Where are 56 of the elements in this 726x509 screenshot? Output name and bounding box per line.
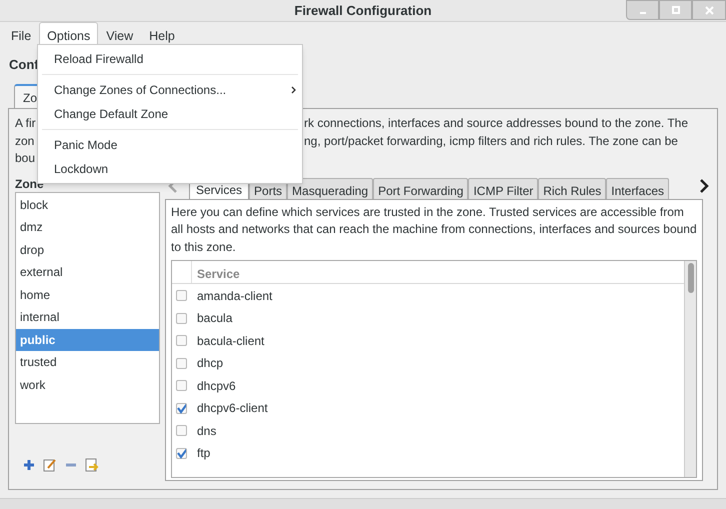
menu-entry[interactable]: Panic Mode [38,133,302,157]
service-name: amanda-client [197,288,272,305]
service-name: bacula-client [197,332,264,350]
description-text: ng, port/packet forwarding, icmp filters and rich rules. The zone can be [304,132,678,150]
scrollbar[interactable] [684,260,696,476]
close-icon [704,6,714,14]
service-name: dns [197,422,216,440]
checkbox[interactable] [176,425,187,436]
add-icon[interactable] [23,458,35,470]
maximize-button[interactable] [659,0,692,20]
service-name: bacula [197,310,232,328]
zone-item[interactable]: trusted [16,351,159,374]
services-description: Here you can define which services are trusted in the zone. Trusted services are accessible from all hosts and networks that can reach the machine from connections, interfaces and sources bound to this zone. [171,204,697,256]
window-title: Firewall Configuration [294,2,432,20]
zone-item[interactable]: work [16,374,159,396]
zone-item[interactable]: drop [16,238,159,261]
zone-item[interactable]: internal [16,306,159,328]
zone-item[interactable]: block [16,194,159,216]
zone-item[interactable]: dmz [16,216,159,238]
menu-entry[interactable]: Change Default Zone [38,102,302,126]
zone-tab[interactable]: Rich Rules [538,178,606,198]
service-name: dhcpv6 [197,378,236,395]
checkbox[interactable] [176,290,187,302]
description-text: zon [15,134,34,148]
checkbox[interactable] [176,335,187,346]
load-defaults-icon[interactable] [85,458,99,472]
maximize-icon [672,6,680,14]
checkbox[interactable] [176,312,187,324]
edit-icon[interactable] [43,458,57,472]
menu-item[interactable]: Options [39,22,98,46]
checkbox[interactable] [176,448,187,459]
section-heading: Conf [9,56,39,73]
menu-item[interactable]: Help [141,22,183,46]
column-header[interactable]: Service [192,260,240,282]
description-text: rk connections, interfaces and source addresses bound to the zone. The [304,115,688,132]
minimize-button[interactable] [626,0,659,20]
zone-tab[interactable]: Masquerading [287,178,374,198]
menu-entry[interactable]: Reload Firewalld [38,47,302,71]
checkbox[interactable] [176,402,187,414]
close-button[interactable] [692,0,726,20]
zone-item[interactable]: external [16,261,159,284]
checkbox[interactable] [176,358,187,369]
zone-tab[interactable]: ICMP Filter [468,178,538,198]
menu-item[interactable]: File [3,22,40,46]
zone-tab[interactable]: Port Forwarding [373,178,468,198]
scroll-right-icon[interactable] [699,178,709,192]
description-text: A fir [15,116,36,130]
menu-item[interactable]: View [98,22,142,46]
zone-item[interactable]: home [16,284,159,306]
zone-tab[interactable]: Interfaces [606,178,669,198]
menu-entry[interactable]: Change Zones of Connections... [38,78,302,102]
service-name: dhcp [197,355,224,372]
description-text: bou [15,151,36,165]
service-name: ftp [197,445,210,462]
checkbox[interactable] [176,380,187,392]
service-name: dhcpv6-client [197,400,268,418]
